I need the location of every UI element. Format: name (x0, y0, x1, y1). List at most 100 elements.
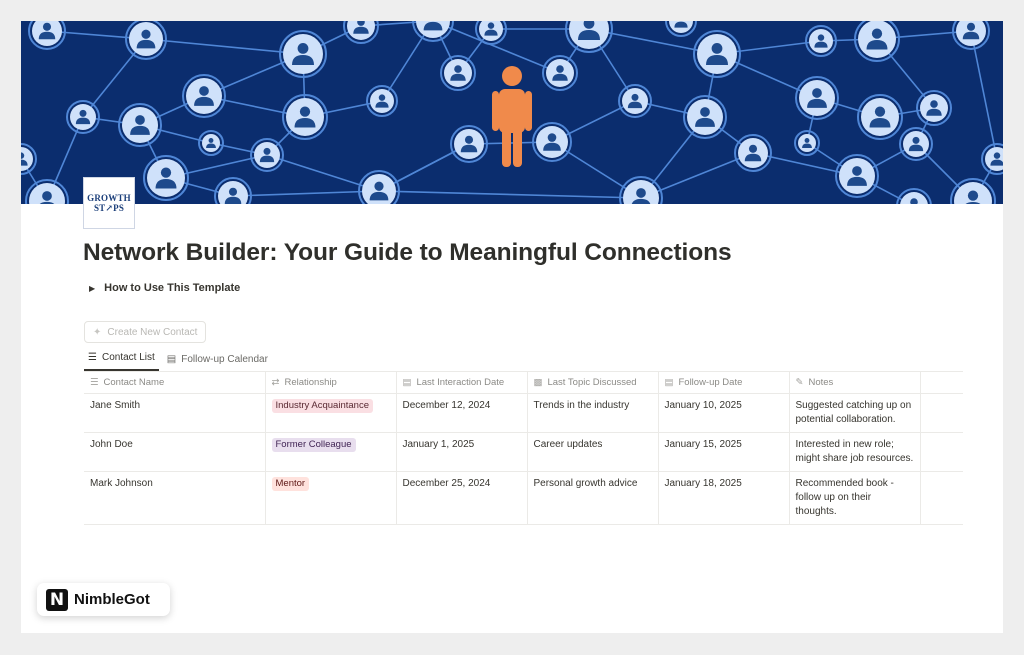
tab-label: Follow-up Calendar (181, 354, 268, 365)
node-circle (283, 34, 323, 74)
person-icon-head (135, 115, 145, 125)
column-header-notes[interactable]: ✎ Notes (789, 372, 921, 394)
network-line (266, 154, 380, 192)
node-circle (858, 21, 896, 58)
cell-relationship[interactable]: Industry Acquaintance (265, 393, 397, 433)
center-person-torso (499, 89, 525, 133)
person-icon-head (748, 144, 758, 153)
column-label: Relationship (284, 376, 337, 388)
person-icon-head (487, 22, 495, 29)
node-circle (147, 159, 185, 197)
column-label: Follow-up Date (678, 376, 743, 388)
toggle-label: How to Use This Template (104, 282, 241, 294)
cell-relationship[interactable]: Former Colleague (265, 432, 397, 472)
node-circle (839, 158, 875, 194)
node-circle (985, 147, 1003, 171)
center-person-head (502, 66, 522, 86)
view-tabs: ☰ Contact List ▤ Follow-up Calendar (84, 349, 276, 371)
column-header-follow-up-date[interactable]: ▤ Follow-up Date (658, 372, 790, 394)
chat-icon: ▩ (533, 376, 543, 388)
nimblegot-logo-icon: N (46, 588, 68, 611)
cell-notes[interactable]: Interested in new role; might share job … (789, 432, 921, 472)
node-circle (122, 107, 158, 143)
center-person-left-leg (502, 125, 511, 167)
column-header-contact-name[interactable]: ☰ Contact Name (84, 372, 266, 394)
column-header-last-topic[interactable]: ▩ Last Topic Discussed (527, 372, 659, 394)
page-icon-logo[interactable]: GROWTH ST↗PS (83, 177, 135, 229)
person-icon-head (852, 166, 862, 176)
column-label: Last Interaction Date (416, 376, 505, 388)
node-circle (536, 126, 568, 158)
column-header-last-interaction-date[interactable]: ▤ Last Interaction Date (396, 372, 528, 394)
center-person-right-leg (513, 125, 522, 167)
node-circle (687, 99, 723, 135)
node-circle (444, 59, 472, 87)
person-icon-head (556, 65, 564, 73)
cell-follow-up-date[interactable]: January 10, 2025 (658, 393, 790, 433)
relationship-tag: Mentor (271, 476, 310, 491)
node-circle (920, 94, 948, 122)
person-icon-head (804, 138, 810, 143)
cell-follow-up-date[interactable]: January 18, 2025 (658, 471, 790, 525)
how-to-use-toggle[interactable]: ▶ How to Use This Template (89, 282, 240, 294)
cell-empty (920, 471, 963, 525)
node-circle (622, 88, 648, 114)
person-icon-head (228, 187, 238, 196)
add-column-cell[interactable] (920, 372, 963, 394)
cell-relationship[interactable]: Mentor (265, 471, 397, 525)
person-icon-head (993, 152, 1001, 159)
node-circle (202, 134, 220, 152)
cell-last-topic[interactable]: Personal growth advice (527, 471, 659, 525)
cell-contact-name[interactable]: John Doe (84, 432, 266, 472)
calendar-icon: ▤ (664, 376, 674, 388)
logo-line-2: ST↗PS (93, 203, 125, 213)
create-new-contact-button[interactable]: ✦ Create New Contact (84, 321, 207, 343)
cell-contact-name[interactable]: Mark Johnson (84, 471, 266, 525)
column-label: Contact Name (103, 376, 165, 388)
tab-follow-up-calendar[interactable]: ▤ Follow-up Calendar (163, 354, 272, 371)
calendar-icon: ▤ (402, 376, 412, 388)
cell-last-interaction-date[interactable]: December 25, 2024 (396, 471, 528, 525)
node-circle (254, 142, 280, 168)
person-icon-head (79, 109, 87, 117)
cell-last-topic[interactable]: Trends in the industry (527, 393, 659, 433)
cell-notes[interactable]: Recommended book - follow up on their th… (789, 471, 921, 525)
person-icon-head (160, 167, 172, 178)
brand-name: NimbleGot (74, 591, 150, 608)
cover-banner (21, 21, 1003, 204)
table-header-row: ☰ Contact Name ⇄ Relationship ▤ Last Intera… (84, 372, 963, 394)
cell-last-interaction-date[interactable]: January 1, 2025 (396, 432, 528, 472)
cell-follow-up-date[interactable]: January 15, 2025 (658, 432, 790, 472)
person-icon-head (967, 190, 979, 201)
person-icon-head (636, 188, 646, 198)
node-circle (861, 98, 899, 136)
cell-empty (920, 432, 963, 472)
network-line (232, 190, 380, 197)
node-circle (286, 98, 324, 136)
person-icon-head (711, 43, 723, 54)
table-row[interactable]: Mark Johnson Mentor December 25, 2024 Pe… (84, 471, 963, 525)
center-person-left-arm (492, 91, 499, 131)
cell-notes[interactable]: Suggested catching up on potential colla… (789, 393, 921, 433)
person-icon-head (871, 28, 883, 39)
person-icon-head (141, 29, 151, 39)
node-circle (370, 89, 394, 113)
person-icon-head (199, 86, 209, 96)
person-icon-head (378, 94, 386, 101)
create-button-label: Create New Contact (107, 326, 198, 338)
person-icon-head (297, 43, 309, 54)
tab-contact-list[interactable]: ☰ Contact List (84, 352, 159, 371)
person-icon-head (817, 34, 825, 41)
cell-last-interaction-date[interactable]: December 12, 2024 (396, 393, 528, 433)
cell-contact-name[interactable]: Jane Smith (84, 393, 266, 433)
column-label: Last Topic Discussed (547, 376, 637, 388)
column-label: Notes (808, 376, 834, 388)
column-header-relationship[interactable]: ⇄ Relationship (265, 372, 397, 394)
node-circle (903, 131, 929, 157)
cell-last-topic[interactable]: Career updates (527, 432, 659, 472)
sparkle-icon: ✦ (93, 326, 102, 338)
nimblegot-badge: N NimbleGot (37, 583, 170, 616)
list-icon: ☰ (88, 352, 97, 363)
table-row[interactable]: John Doe Former Colleague January 1, 202… (84, 432, 963, 472)
table-row[interactable]: Jane Smith Industry Acquaintance Decembe… (84, 393, 963, 433)
